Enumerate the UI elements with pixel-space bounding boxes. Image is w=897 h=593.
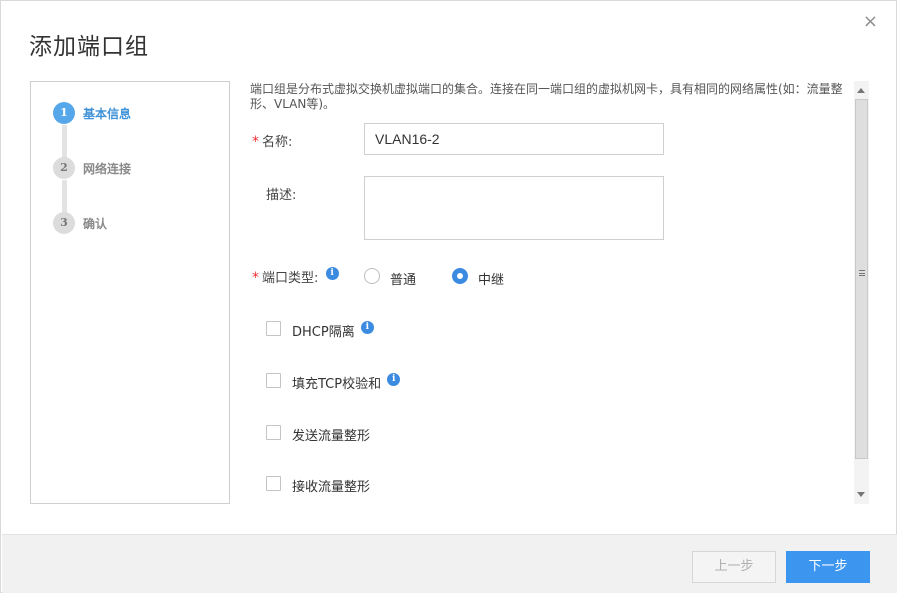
step-number: 1: [53, 102, 75, 124]
scrollbar-thumb[interactable]: [855, 99, 868, 459]
info-icon[interactable]: i: [325, 267, 339, 280]
info-icon[interactable]: i: [387, 373, 401, 386]
required-mark: *: [252, 270, 259, 286]
info-icon[interactable]: i: [360, 321, 374, 334]
receive-traffic-shaping-checkbox[interactable]: [266, 476, 281, 491]
radio-trunk-label[interactable]: 中继: [478, 269, 504, 288]
wizard-steps: 1 基本信息 2 网络连接 3 确认: [30, 81, 230, 504]
port-type-label-text: 端口类型:: [262, 271, 319, 286]
prev-button[interactable]: 上一步: [692, 551, 776, 583]
dialog-footer: 上一步 下一步: [2, 534, 897, 593]
form-description: 端口组是分布式虚拟交换机虚拟端口的集合。连接在同一端口组的虚拟机网卡，具有相同的…: [250, 82, 843, 111]
send-traffic-shaping-checkbox[interactable]: [266, 425, 281, 440]
receive-traffic-shaping-label[interactable]: 接收流量整形: [292, 476, 370, 495]
name-label: * 名称:: [252, 131, 292, 150]
radio-trunk[interactable]: [452, 268, 468, 284]
chevron-up-icon[interactable]: [857, 88, 865, 93]
grip-icon: [859, 270, 865, 276]
description-textarea[interactable]: [364, 176, 664, 240]
dialog-title: 添加端口组: [29, 34, 149, 60]
step-basic-info: 1 基本信息: [53, 102, 223, 124]
dhcp-isolation-label[interactable]: DHCP隔离 i: [292, 321, 374, 340]
send-traffic-shaping-label[interactable]: 发送流量整形: [292, 425, 370, 444]
next-button[interactable]: 下一步: [786, 551, 870, 583]
fill-tcp-checksum-label[interactable]: 填充TCP校验和 i: [292, 373, 401, 392]
vertical-scrollbar[interactable]: [854, 81, 869, 504]
dhcp-isolation-text: DHCP隔离: [292, 325, 355, 340]
name-label-text: 名称:: [262, 135, 293, 150]
fill-tcp-checksum-checkbox[interactable]: [266, 373, 281, 388]
radio-normal-label[interactable]: 普通: [390, 269, 416, 288]
port-type-label: * 端口类型: i: [252, 267, 339, 286]
form-area: 端口组是分布式虚拟交换机虚拟端口的集合。连接在同一端口组的虚拟机网卡，具有相同的…: [241, 81, 853, 504]
step-confirm: 3 确认: [53, 212, 223, 234]
required-mark: *: [252, 134, 259, 150]
name-input[interactable]: [364, 123, 664, 155]
step-label: 网络连接: [83, 162, 132, 176]
dhcp-isolation-checkbox[interactable]: [266, 321, 281, 336]
chevron-down-icon[interactable]: [857, 492, 865, 497]
fill-tcp-checksum-text: 填充TCP校验和: [292, 377, 382, 392]
desc-label: 描述:: [266, 188, 297, 203]
step-label: 确认: [83, 217, 108, 231]
step-network-connection: 2 网络连接: [53, 157, 223, 179]
add-port-group-dialog: 添加端口组 × 1 基本信息 2 网络连接 3 确认 端口组是分布式虚拟交换机虚…: [0, 0, 897, 593]
step-number: 3: [53, 212, 75, 234]
close-icon[interactable]: ×: [863, 13, 878, 31]
step-label: 基本信息: [83, 107, 132, 121]
radio-normal[interactable]: [364, 268, 380, 284]
step-number: 2: [53, 157, 75, 179]
